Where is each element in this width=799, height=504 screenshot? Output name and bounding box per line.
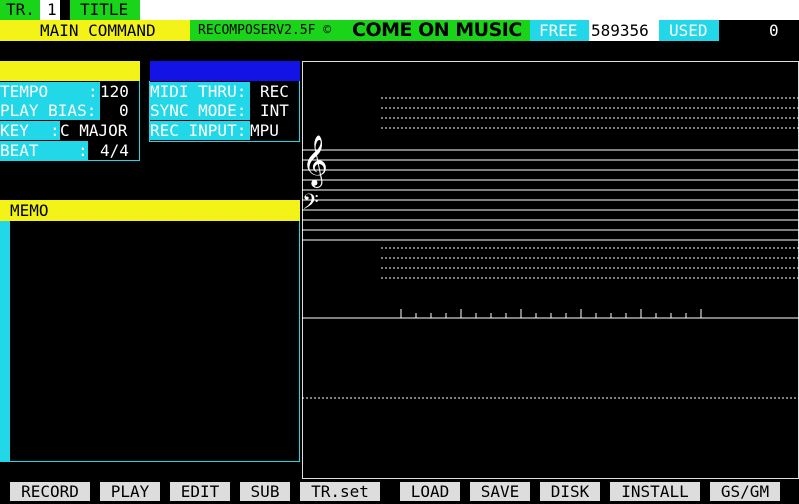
key-label: KEY (0, 121, 29, 140)
used-value-box (719, 20, 799, 41)
version-label: RECOMPOSERV2.5F © (198, 23, 332, 38)
function-key-play[interactable]: PLAY (100, 482, 160, 501)
tr-label: TR. (6, 0, 35, 19)
tempo-label: TEMPO (0, 82, 49, 101)
beat-sep: : (78, 141, 88, 160)
function-key-tr-set[interactable]: TR.set (300, 482, 380, 501)
midi-thru-label: MIDI THRU: (150, 82, 247, 101)
rec-input-value[interactable]: MPU (250, 123, 279, 139)
memo-cursor-bar (0, 221, 10, 462)
beat-ruler (302, 309, 799, 319)
function-key-load[interactable]: LOAD (400, 482, 460, 501)
sync-mode-value[interactable]: INT (260, 103, 289, 119)
treble-clef-icon: 𝄞 (302, 135, 329, 186)
play-bias-label: PLAY BIAS: (0, 101, 97, 120)
sync-mode-label: SYNC MODE: (150, 101, 247, 120)
midi-panel-header (150, 61, 300, 81)
settings-panel-header (0, 61, 140, 81)
memo-label: MEMO (10, 201, 49, 220)
play-bias-value[interactable]: 0 (119, 103, 129, 119)
tempo-sep: : (88, 82, 98, 101)
midi-thru-value[interactable]: REC (260, 84, 289, 100)
function-key-save[interactable]: SAVE (470, 482, 530, 501)
memo-area[interactable] (0, 221, 300, 462)
upper-ledger-lines (381, 97, 799, 129)
used-value: 0 (769, 21, 779, 40)
tempo-value[interactable]: 120 (100, 84, 129, 100)
tr-number: 1 (47, 0, 57, 19)
used-label: USED (669, 21, 708, 40)
treble-staff-lines (302, 149, 799, 191)
bass-staff-lines (302, 199, 799, 241)
free-label: FREE (539, 21, 578, 40)
free-value: 589356 (591, 21, 649, 40)
function-key-gs-gm[interactable]: GS/GM (710, 482, 780, 501)
function-key-edit[interactable]: EDIT (170, 482, 230, 501)
function-key-install[interactable]: INSTALL (610, 482, 700, 501)
function-key-sub[interactable]: SUB (240, 482, 290, 501)
beat-label: BEAT (0, 141, 39, 160)
lower-ledger-lines (381, 247, 799, 279)
bass-clef-icon: 𝄢 (302, 190, 319, 220)
key-sep: : (50, 121, 60, 140)
title-label: TITLE (80, 0, 129, 19)
staff-graphic (302, 97, 799, 399)
beat-value[interactable]: 4/4 (100, 143, 129, 159)
function-key-record[interactable]: RECORD (10, 482, 90, 501)
brand-logo: COME ON MUSIC (352, 19, 522, 41)
rec-input-label: REC INPUT: (150, 121, 247, 140)
title-field[interactable] (140, 0, 799, 20)
mode-label: MAIN COMMAND (40, 21, 156, 40)
function-key-disk[interactable]: DISK (540, 482, 600, 501)
key-value[interactable]: C MAJOR (60, 123, 127, 139)
